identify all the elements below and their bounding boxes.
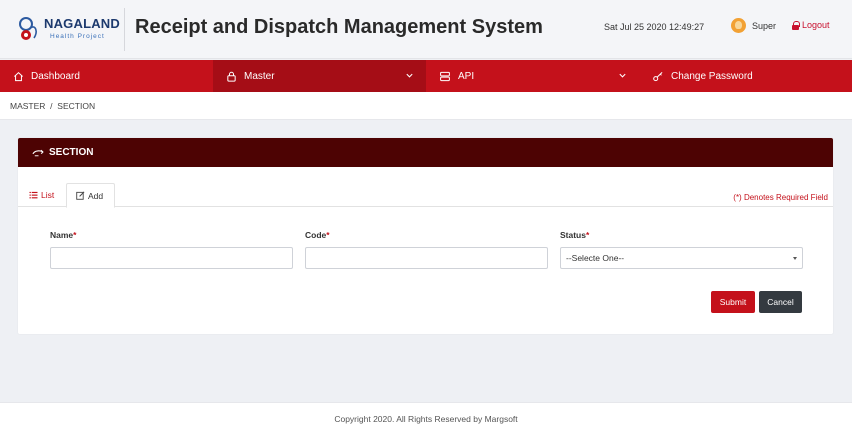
- section-arrows-icon: [32, 149, 44, 156]
- chevron-down-icon: [619, 73, 626, 78]
- logout-link[interactable]: Logout: [792, 20, 830, 30]
- tab-list-label: List: [41, 190, 55, 200]
- tab-add-label: Add: [88, 190, 104, 201]
- required-star: *: [73, 230, 77, 240]
- section-card: SECTION List Add (*) Denotes Required Fi…: [18, 138, 833, 334]
- app-header: NAGALAND Health Project Receipt and Disp…: [0, 0, 852, 59]
- logo-emblem-icon: [19, 17, 37, 40]
- app-title: Receipt and Dispatch Management System: [135, 16, 543, 38]
- cancel-button[interactable]: Cancel: [759, 291, 802, 313]
- main-nav: Dashboard Master API Change Password: [0, 60, 852, 92]
- logo-subtext: Health Project: [50, 33, 105, 40]
- code-label: Code*: [305, 230, 330, 240]
- dropdown-arrow-icon: [793, 257, 797, 260]
- status-selected-value: --Selecte One--: [566, 253, 625, 263]
- required-star: *: [326, 230, 330, 240]
- form-tabs: List Add: [18, 183, 833, 208]
- current-datetime: Sat Jul 25 2020 12:49:27: [604, 22, 705, 32]
- user-name[interactable]: Super: [752, 21, 776, 31]
- status-label: Status*: [560, 230, 590, 240]
- nav-item-master[interactable]: Master: [213, 60, 426, 92]
- key-icon: [653, 71, 663, 81]
- list-icon: [29, 191, 38, 199]
- nav-item-dashboard[interactable]: Dashboard: [0, 60, 213, 92]
- breadcrumb: MASTER / SECTION: [10, 101, 95, 111]
- user-avatar[interactable]: [731, 18, 746, 33]
- required-star: *: [585, 230, 590, 240]
- chevron-down-icon: [406, 73, 413, 78]
- breadcrumb-item-master[interactable]: MASTER: [10, 101, 45, 111]
- logo-text: NAGALAND: [44, 16, 120, 31]
- nav-item-change-password[interactable]: Change Password: [639, 60, 852, 92]
- padlock-icon: [792, 20, 800, 30]
- name-label: Name*: [50, 230, 77, 240]
- code-input[interactable]: [305, 247, 548, 269]
- breadcrumb-item-section: SECTION: [57, 101, 96, 111]
- nagaland-logo[interactable]: NAGALAND Health Project: [14, 12, 126, 46]
- card-header: SECTION: [18, 138, 833, 167]
- nav-item-label: Dashboard: [31, 70, 80, 82]
- nav-item-api[interactable]: API: [426, 60, 639, 92]
- copyright-text: Copyright 2020. All Rights Reserved by M…: [334, 414, 518, 424]
- home-icon: [14, 71, 23, 81]
- breadcrumb-bar: MASTER / SECTION: [0, 92, 852, 120]
- name-input[interactable]: [50, 247, 293, 269]
- nav-item-label: Change Password: [671, 70, 753, 82]
- tab-list[interactable]: List: [29, 183, 54, 207]
- header-divider: [124, 8, 125, 51]
- breadcrumb-separator: /: [50, 101, 53, 111]
- card-title: SECTION: [49, 147, 94, 158]
- required-field-note: (*) Denotes Required Field: [733, 193, 828, 202]
- server-icon: [440, 71, 450, 81]
- page-footer: Copyright 2020. All Rights Reserved by M…: [0, 402, 852, 432]
- nav-item-label: API: [458, 70, 475, 82]
- logout-label: Logout: [802, 20, 830, 30]
- tab-add[interactable]: Add: [66, 183, 115, 208]
- edit-icon: [76, 191, 85, 200]
- nav-item-label: Master: [244, 70, 275, 82]
- submit-button[interactable]: Submit: [711, 291, 755, 313]
- lock-icon: [227, 71, 236, 82]
- status-select[interactable]: --Selecte One--: [560, 247, 803, 269]
